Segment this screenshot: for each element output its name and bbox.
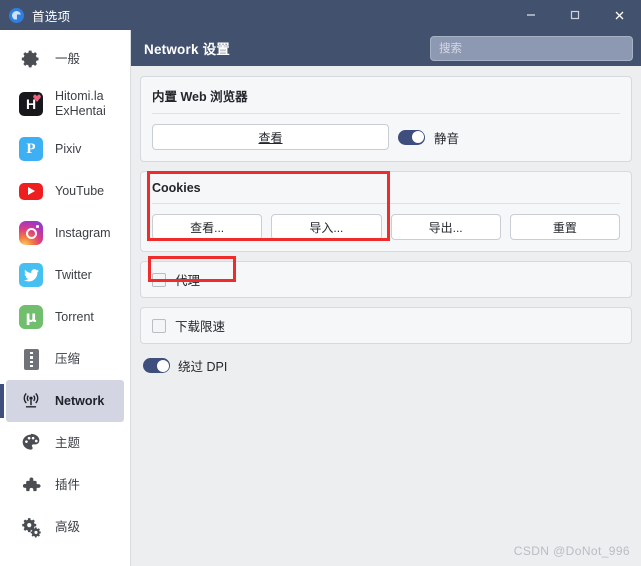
sidebar-item-network[interactable]: Network [0, 380, 124, 422]
sidebar-item-label: Network [55, 393, 105, 408]
sidebar-item-pixiv[interactable]: P Pixiv [6, 128, 124, 170]
puzzle-piece-icon [18, 472, 44, 498]
cookies-reset-button[interactable]: 重置 [509, 214, 620, 240]
search-input[interactable]: 搜索 [430, 35, 633, 61]
preferences-window: 首选项 一般 H Hitomi.la ExHentai P Pixiv YouT… [0, 0, 641, 566]
section-builtin-browser: 内置 Web 浏览器 查看 静音 [140, 76, 632, 162]
sidebar-item-label: YouTube [55, 183, 105, 198]
title-bar: 首选项 [0, 0, 641, 30]
gear-icon [18, 46, 44, 72]
sidebar-item-hitomi[interactable]: H Hitomi.la ExHentai [6, 80, 124, 128]
palette-icon [18, 430, 44, 456]
twitter-icon [18, 262, 44, 288]
speed-limit-checkbox[interactable] [152, 318, 166, 333]
mute-toggle[interactable] [398, 129, 425, 145]
mute-toggle-label: 静音 [434, 131, 460, 146]
sidebar-item-label: Torrent [55, 309, 94, 324]
window-controls [509, 0, 641, 30]
page-title: Network 设置 [144, 42, 231, 57]
proxy-checkbox-row[interactable]: 代理 [152, 270, 620, 289]
section-cookies: Cookies 查看... 导入... 导出... 重置 [140, 171, 632, 252]
section-speed-limit: 下载限速 [140, 307, 632, 344]
close-icon[interactable] [597, 0, 641, 30]
sidebar-item-label: Hitomi.la ExHentai [55, 89, 106, 118]
main-panel: Network 设置 搜索 内置 Web 浏览器 查看 静音 Cookies 查… [131, 30, 641, 566]
proxy-label: 代理 [175, 274, 201, 288]
settings-header: Network 设置 搜索 [131, 30, 641, 66]
browser-view-button[interactable]: 查看 [152, 124, 389, 150]
zip-icon [18, 346, 44, 372]
youtube-icon [18, 178, 44, 204]
maximize-icon[interactable] [553, 0, 597, 30]
sidebar-item-youtube[interactable]: YouTube [6, 170, 124, 212]
pixiv-icon: P [18, 136, 44, 162]
cookies-buttons-row: 查看... 导入... 导出... 重置 [152, 214, 620, 240]
browser-view-button-label: 查看 [258, 130, 283, 145]
speed-limit-checkbox-row[interactable]: 下载限速 [152, 316, 620, 335]
sidebar-item-label: 高级 [55, 519, 81, 534]
gears-icon [18, 514, 44, 540]
sidebar-item-label: 压缩 [55, 351, 81, 366]
cookies-view-button[interactable]: 查看... [152, 214, 263, 240]
torrent-icon: μ [18, 304, 44, 330]
section-proxy: 代理 [140, 261, 632, 298]
sidebar-item-label: 主题 [55, 435, 81, 450]
sidebar-item-instagram[interactable]: Instagram [6, 212, 124, 254]
cookies-import-button[interactable]: 导入... [271, 214, 382, 240]
section-title: 内置 Web 浏览器 [152, 90, 248, 104]
divider [152, 203, 620, 204]
sidebar-item-label: Twitter [55, 267, 92, 282]
sidebar-item-compression[interactable]: 压缩 [6, 338, 124, 380]
sidebar-item-theme[interactable]: 主题 [6, 422, 124, 464]
settings-content: 内置 Web 浏览器 查看 静音 Cookies 查看... 导入... 导出. [131, 66, 641, 375]
section-bypass-dpi: 绕过 DPI [140, 353, 632, 375]
minimize-icon[interactable] [509, 0, 553, 30]
sidebar-item-twitter[interactable]: Twitter [6, 254, 124, 296]
divider [152, 113, 620, 114]
sidebar-item-label: Instagram [55, 225, 111, 240]
hitomi-icon: H [18, 91, 44, 117]
sidebar-item-label: 一般 [55, 51, 81, 66]
network-signal-icon [18, 388, 44, 414]
sidebar-item-torrent[interactable]: μ Torrent [6, 296, 124, 338]
bypass-dpi-label: 绕过 DPI [178, 360, 228, 374]
window-title: 首选项 [32, 9, 71, 24]
app-circle-icon [9, 7, 24, 23]
sidebar: 一般 H Hitomi.la ExHentai P Pixiv YouTube … [0, 30, 131, 566]
toggle-knob [156, 359, 169, 372]
speed-limit-label: 下载限速 [175, 320, 226, 334]
instagram-icon [18, 220, 44, 246]
cookies-export-button[interactable]: 导出... [390, 214, 501, 240]
search-placeholder: 搜索 [439, 43, 462, 55]
bypass-dpi-toggle[interactable] [143, 358, 170, 373]
watermark: CSDN @DoNot_996 [513, 544, 630, 558]
browser-controls-row: 查看 静音 [152, 124, 620, 150]
sidebar-item-advanced[interactable]: 高级 [6, 506, 124, 548]
section-title: Cookies [152, 181, 201, 195]
proxy-checkbox[interactable] [152, 272, 166, 287]
sidebar-item-label: Pixiv [55, 141, 82, 156]
sidebar-item-plugins[interactable]: 插件 [6, 464, 124, 506]
sidebar-item-general[interactable]: 一般 [6, 38, 124, 80]
sidebar-item-label: 插件 [55, 477, 81, 492]
toggle-knob [411, 131, 424, 143]
